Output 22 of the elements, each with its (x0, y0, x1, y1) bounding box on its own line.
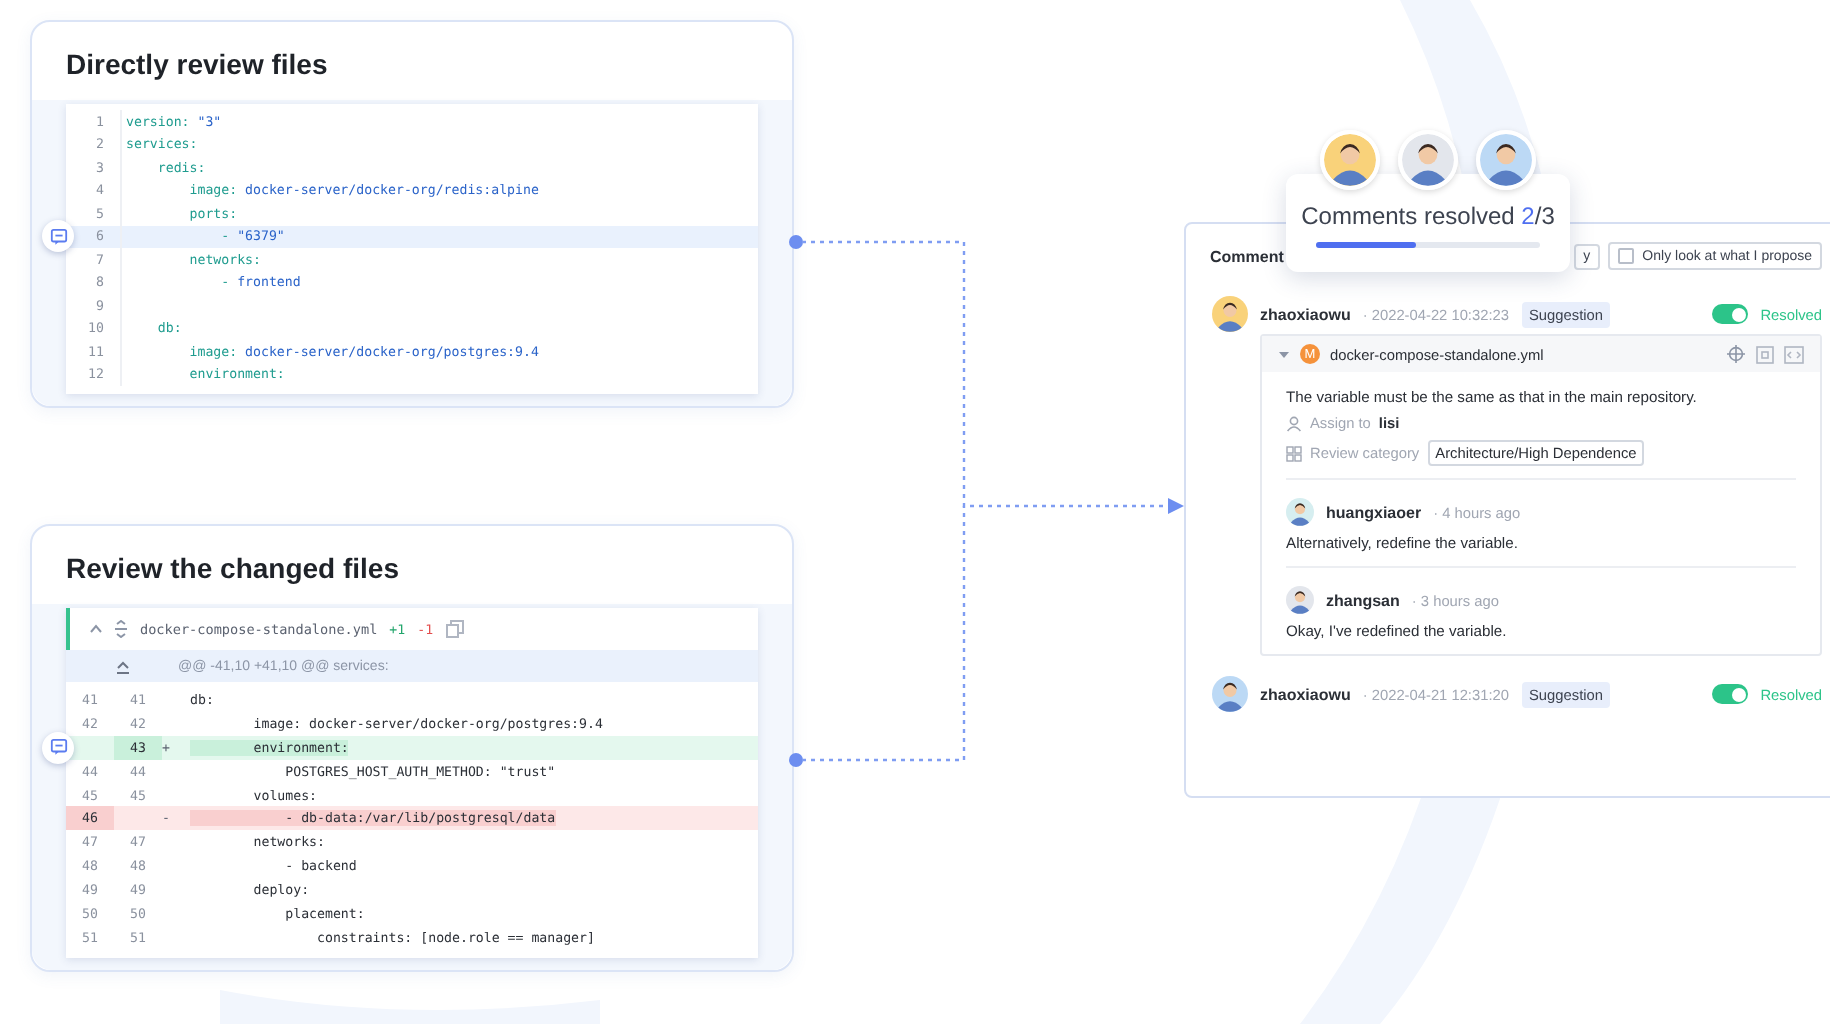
code-icon[interactable] (1784, 345, 1804, 363)
collapse-caret-icon[interactable] (1278, 349, 1290, 359)
person-icon (1286, 415, 1302, 431)
author-name: zhaoxiaowu (1260, 305, 1351, 323)
comment-icon[interactable] (42, 220, 74, 253)
card-title: Review the changed files (64, 550, 401, 588)
resolved-toggle[interactable] (1712, 304, 1749, 324)
card-title: Directly review files (64, 46, 330, 84)
crosshair-icon[interactable] (1726, 344, 1746, 364)
expand-up-icon[interactable] (115, 659, 129, 673)
copy-icon[interactable] (445, 620, 464, 638)
author-name: zhangsan (1326, 591, 1400, 609)
expand-icon[interactable] (114, 620, 128, 638)
panel-title: Comment (1210, 247, 1286, 265)
grid-icon (1286, 445, 1302, 461)
caret-icon[interactable] (90, 624, 102, 634)
document-icon[interactable] (1756, 345, 1774, 363)
comment-icon[interactable] (42, 731, 74, 764)
resolved-toggle[interactable] (1712, 684, 1749, 704)
author-name: huangxiaoer (1326, 503, 1422, 521)
resolved-summary: Comments resolved 2/3 (1299, 202, 1557, 230)
author-name: zhaoxiaowu (1260, 685, 1351, 703)
